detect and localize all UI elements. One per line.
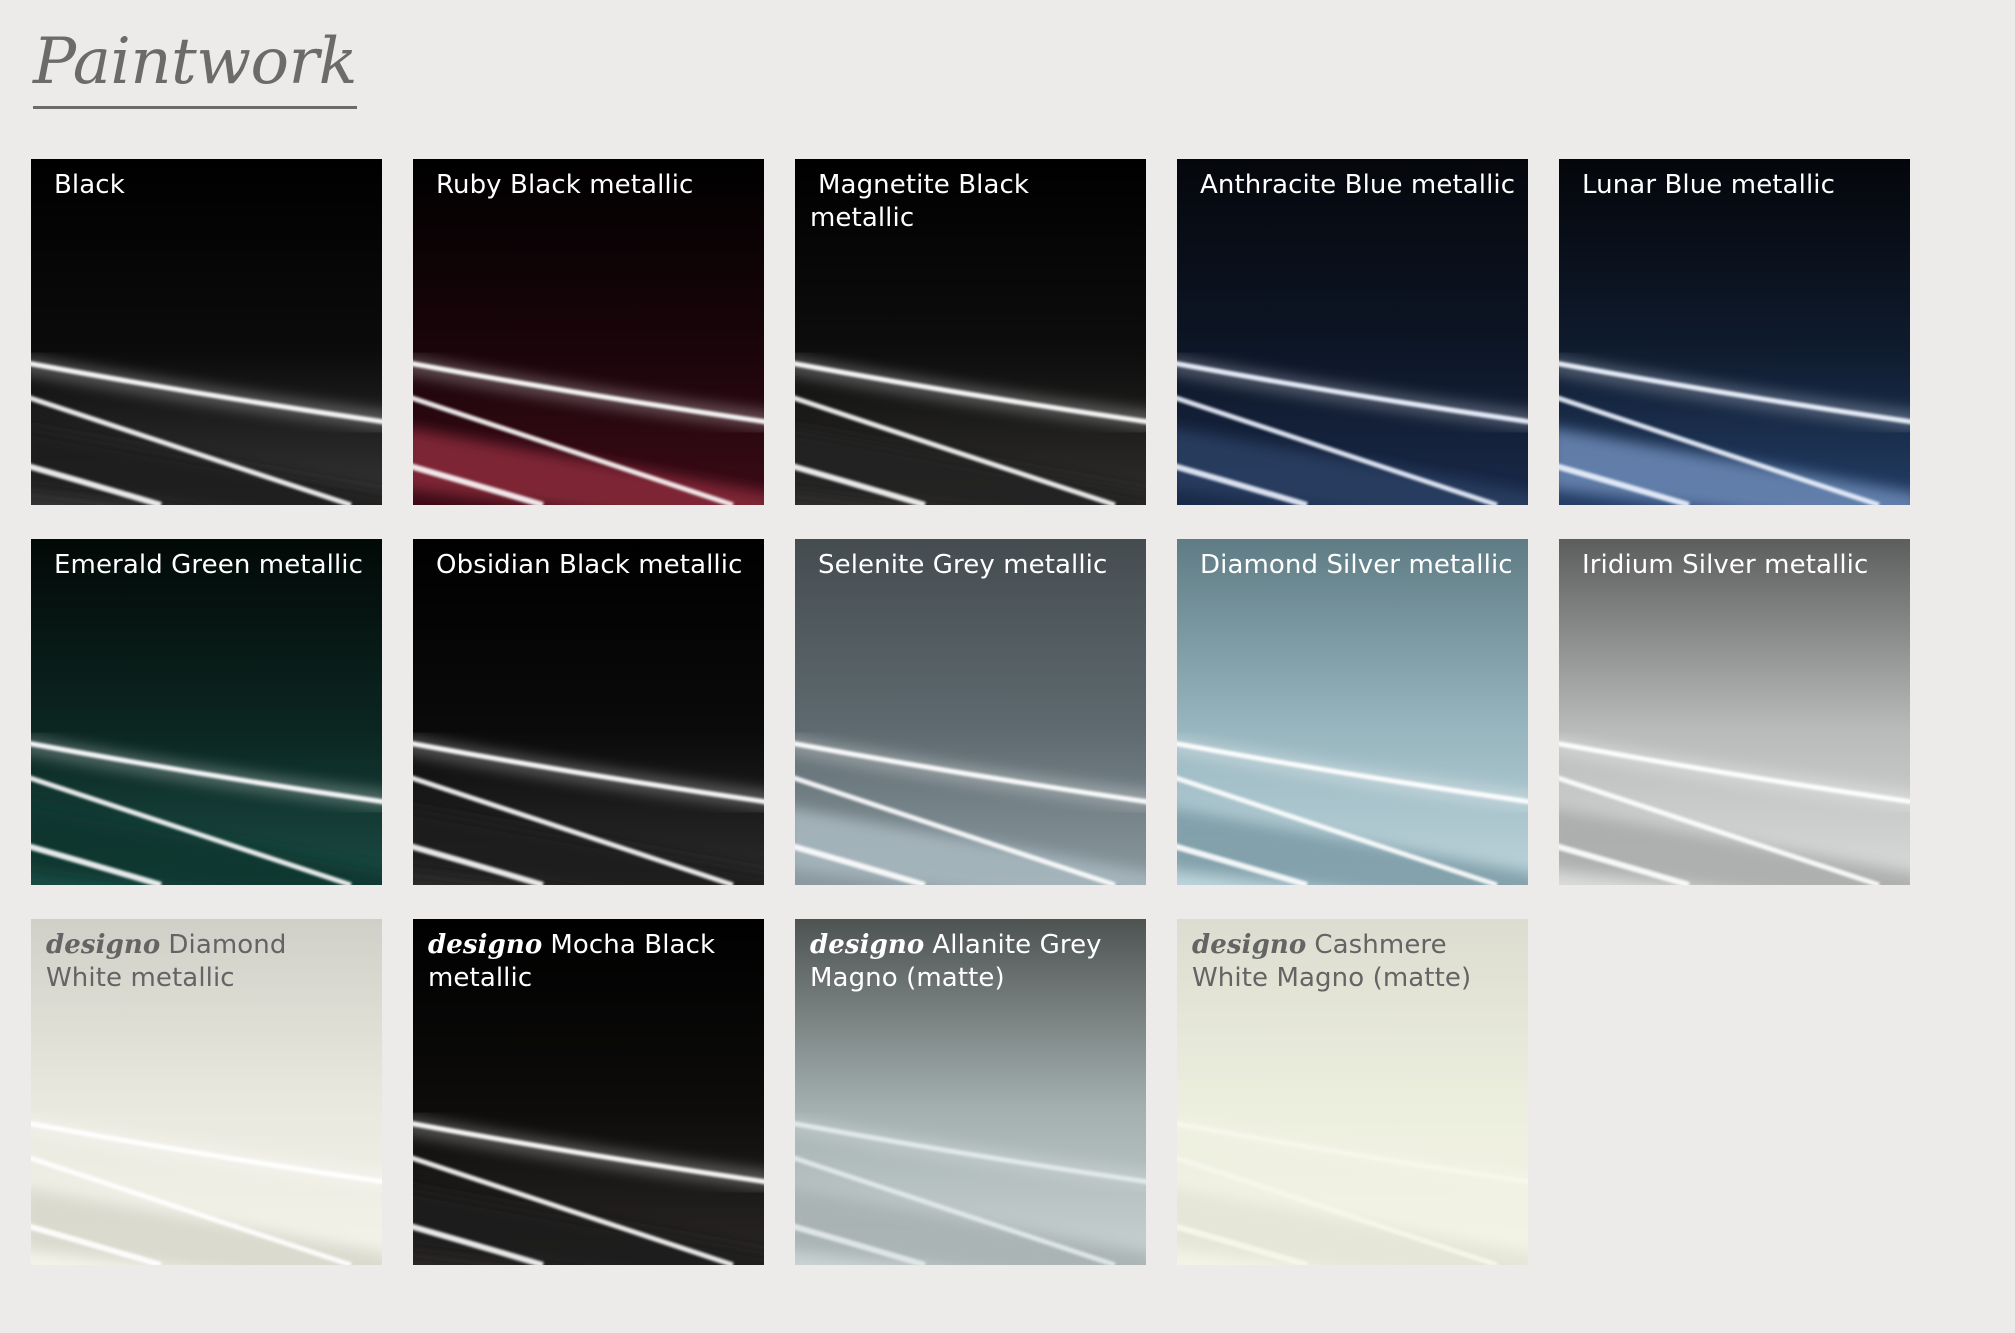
swatch-obsidian-black-metallic[interactable]: Obsidian Black metallic [413,539,764,885]
paint-sample-gloss [1559,539,1910,885]
series-label: designo [428,930,543,960]
swatch-label: Obsidian Black metallic [428,549,752,582]
swatch-designo-diamond-white-metallic[interactable]: designo Diamond White metallic [31,919,382,1265]
swatch-designo-cashmere-white-magno[interactable]: designo Cashmere White Magno (matte) [1177,919,1528,1265]
paint-sample-gloss [413,159,764,505]
paint-sample-gloss [1559,159,1910,505]
color-name: Lunar Blue metallic [1582,170,1835,200]
paint-sample-gloss [31,539,382,885]
paint-sample-gloss [1177,539,1528,885]
color-name: Anthracite Blue metallic [1200,170,1516,200]
swatch-diamond-silver-metallic[interactable]: Diamond Silver metallic [1177,539,1528,885]
color-name: Iridium Silver metallic [1582,550,1869,580]
swatch-iridium-silver-metallic[interactable]: Iridium Silver metallic [1559,539,1910,885]
swatch-emerald-green-metallic[interactable]: Emerald Green metallic [31,539,382,885]
color-name: Ruby Black metallic [436,170,694,200]
swatch-lunar-blue-metallic[interactable]: Lunar Blue metallic [1559,159,1910,505]
paint-sample-gloss [31,159,382,505]
swatch-label: Anthracite Blue metallic [1192,169,1516,202]
swatch-label: Iridium Silver metallic [1574,549,1898,582]
swatch-label: Emerald Green metallic [46,549,370,582]
swatch-label: Magnetite Black metallic [810,169,1134,235]
paint-sample-gloss [1177,159,1528,505]
color-name: Diamond Silver metallic [1200,550,1513,580]
series-label: designo [810,930,925,960]
color-name: Emerald Green metallic [54,550,363,580]
swatch-label: Black [46,169,370,202]
swatch-label: Lunar Blue metallic [1574,169,1898,202]
swatch-designo-mocha-black-metallic[interactable]: designo Mocha Black metallic [413,919,764,1265]
paintwork-grid: Black Ruby Black metallic Magnetite Blac… [31,159,1926,1265]
series-label: designo [1192,930,1307,960]
swatch-label: designo Cashmere White Magno (matte) [1192,929,1516,995]
swatch-label: designo Allanite Grey Magno (matte) [810,929,1134,995]
swatch-label: Selenite Grey metallic [810,549,1134,582]
color-name: Selenite Grey metallic [818,550,1108,580]
swatch-label: Diamond Silver metallic [1192,549,1516,582]
page-title: Paintwork [33,22,357,109]
paint-sample-gloss [413,539,764,885]
color-name: Obsidian Black metallic [436,550,743,580]
swatch-designo-allanite-grey-magno[interactable]: designo Allanite Grey Magno (matte) [795,919,1146,1265]
swatch-label: designo Mocha Black metallic [428,929,752,995]
paint-sample-gloss [795,539,1146,885]
swatch-black[interactable]: Black [31,159,382,505]
swatch-anthracite-blue-metallic[interactable]: Anthracite Blue metallic [1177,159,1528,505]
color-name: Black [54,170,125,200]
swatch-selenite-grey-metallic[interactable]: Selenite Grey metallic [795,539,1146,885]
swatch-magnetite-black-metallic[interactable]: Magnetite Black metallic [795,159,1146,505]
color-name: Magnetite Black metallic [810,170,1030,233]
swatch-label: designo Diamond White metallic [46,929,370,995]
swatch-ruby-black-metallic[interactable]: Ruby Black metallic [413,159,764,505]
swatch-label: Ruby Black metallic [428,169,752,202]
series-label: designo [46,930,161,960]
